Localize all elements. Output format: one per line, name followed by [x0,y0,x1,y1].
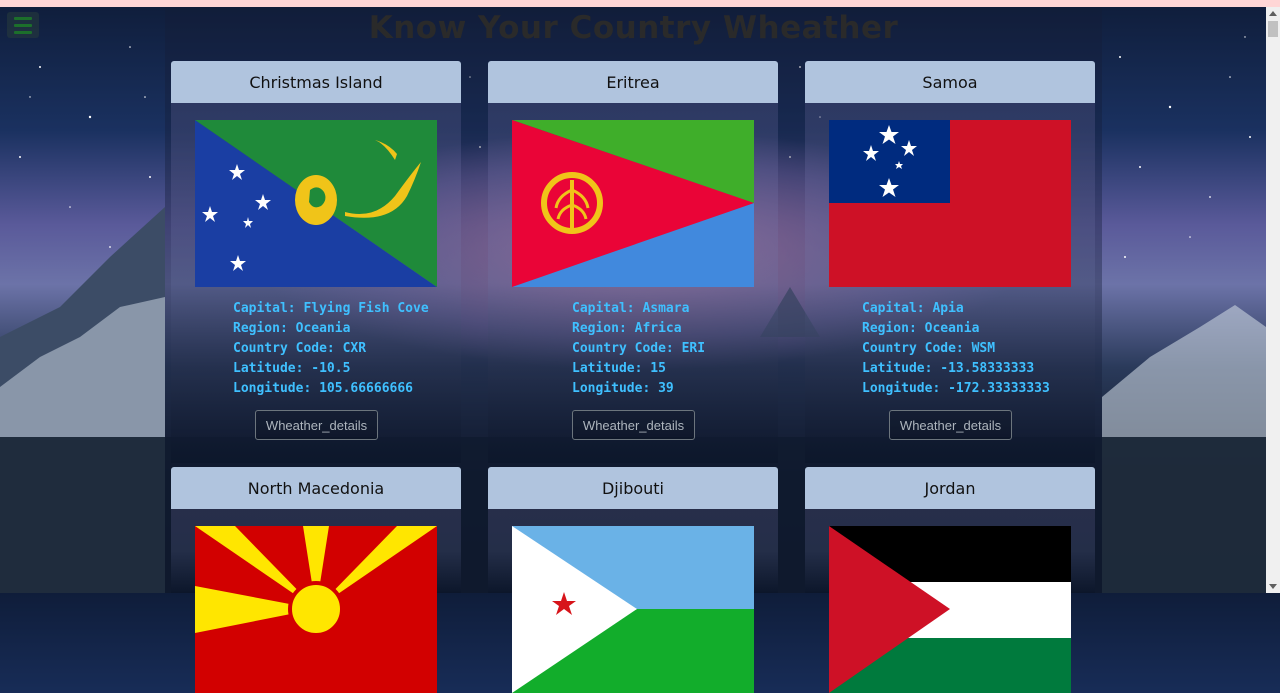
weather-details-button[interactable]: Wheather_details [572,410,695,440]
page-title: Know Your Country Wheather [368,10,899,46]
country-card-djibouti: Djibouti [488,467,778,693]
weather-details-button[interactable]: Wheather_details [889,410,1012,440]
capital-text: Capital: Flying Fish Cove [233,301,429,316]
country-code-text: Country Code: CXR [233,341,367,356]
card-body [171,509,461,693]
hamburger-menu-icon[interactable] [7,12,39,38]
longitude-text: Longitude: 105.66666666 [233,381,414,396]
card-body: Capital: Asmara Region: Africa Country C… [488,103,778,463]
vertical-scrollbar[interactable] [1266,7,1280,593]
latitude-text: Latitude: -13.58333333 [862,361,1035,376]
latitude-text: Latitude: -10.5 [233,361,351,376]
region-text: Region: Oceania [233,321,351,336]
jordan-flag [829,526,1071,693]
scroll-up-arrow-icon[interactable] [1269,11,1277,16]
card-body: Capital: Flying Fish Cove Region: Oceani… [171,103,461,463]
scroll-down-arrow-icon[interactable] [1269,584,1277,589]
card-title: Christmas Island [171,61,461,103]
north-macedonia-flag [195,526,437,693]
samoa-flag [829,120,1071,287]
country-card-samoa: Samoa Capital: Apia Region: Oceania Coun… [805,61,1095,463]
country-card-jordan: Jordan [805,467,1095,693]
weather-details-button[interactable]: Wheather_details [255,410,378,440]
country-card-eritrea: Eritrea Capital: Asmara Region: Africa C… [488,61,778,463]
scrollbar-thumb[interactable] [1268,21,1278,37]
christmas-island-flag [195,120,437,287]
card-body: Capital: Apia Region: Oceania Country Co… [805,103,1095,463]
djibouti-flag [512,526,754,693]
card-title: Eritrea [488,61,778,103]
country-info: Capital: Apia Region: Oceania Country Co… [862,299,1152,399]
capital-text: Capital: Apia [862,301,964,316]
card-title: North Macedonia [171,467,461,509]
country-card-christmas-island: Christmas Island Capital: Flying Fish Co… [171,61,461,463]
country-card-north-macedonia: North Macedonia [171,467,461,693]
card-title: Djibouti [488,467,778,509]
eritrea-flag [512,120,754,287]
region-text: Region: Oceania [862,321,980,336]
card-title: Jordan [805,467,1095,509]
card-title: Samoa [805,61,1095,103]
country-info: Capital: Flying Fish Cove Region: Oceani… [233,299,523,399]
card-body [488,509,778,693]
card-body [805,509,1095,693]
country-code-text: Country Code: WSM [862,341,996,356]
longitude-text: Longitude: -172.33333333 [862,381,1050,396]
